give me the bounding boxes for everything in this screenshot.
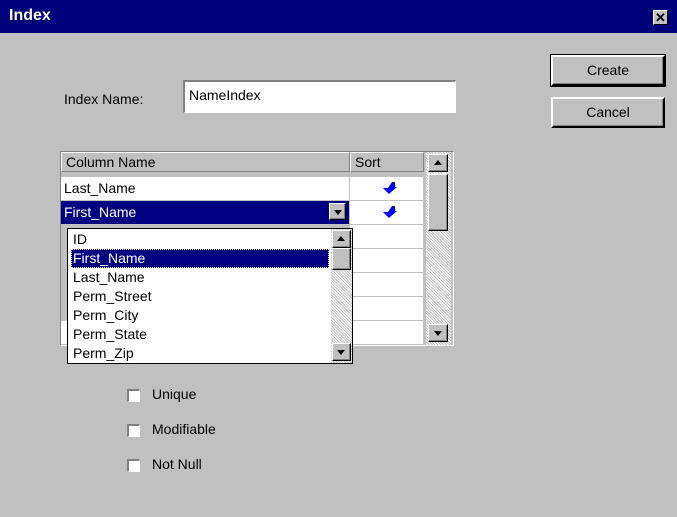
dropdown-item[interactable]: Perm_Street — [71, 287, 152, 306]
window-title: Index — [9, 7, 51, 24]
close-icon: ✕ — [655, 10, 666, 25]
index-name-label: Index Name: — [64, 91, 144, 107]
combo-dropdown-button[interactable] — [329, 203, 346, 220]
cancel-button[interactable]: Cancel — [551, 97, 665, 128]
unique-checkbox[interactable] — [127, 389, 140, 402]
grid-cell-sort-empty[interactable] — [350, 273, 424, 297]
dropdown-scroll-thumb[interactable] — [332, 248, 351, 270]
grid-scrollbar[interactable] — [426, 152, 451, 345]
dropdown-item[interactable]: Perm_Zip — [71, 344, 134, 363]
chevron-down-icon — [334, 210, 342, 215]
grid-cell-column-name-selected[interactable]: First_Name — [61, 201, 350, 225]
grid-cell-sort-empty[interactable] — [350, 249, 424, 273]
grid-scroll-thumb[interactable] — [428, 174, 448, 231]
dropdown-scroll-up-button[interactable] — [332, 230, 351, 248]
not-null-checkbox[interactable] — [127, 459, 140, 472]
descending-arrow-icon — [383, 182, 397, 194]
descending-arrow-icon — [383, 206, 397, 218]
close-button[interactable]: ✕ — [653, 10, 668, 25]
grid-cell-sort-empty[interactable] — [350, 321, 424, 345]
grid-cell-text: Last_Name — [64, 180, 136, 196]
cancel-button-label: Cancel — [586, 104, 630, 120]
sort-header-label: Sort — [355, 154, 381, 170]
grid-cell-sort[interactable] — [350, 201, 424, 225]
unique-checkbox-label: Unique — [152, 386, 197, 402]
column-dropdown-list[interactable]: ID First_Name Last_Name Perm_Street Perm… — [67, 228, 353, 364]
grid-cell-sort[interactable] — [350, 177, 424, 201]
dropdown-scroll-down-button[interactable] — [332, 343, 351, 361]
grid-scroll-down-button[interactable] — [428, 324, 448, 342]
chevron-down-icon — [337, 350, 345, 355]
chevron-down-icon — [434, 331, 442, 336]
grid-cell-column-name[interactable]: Last_Name — [61, 177, 350, 201]
grid-cell-sort-empty[interactable] — [350, 225, 424, 249]
index-name-field[interactable]: NameIndex — [183, 80, 456, 113]
create-button[interactable]: Create — [550, 54, 666, 87]
not-null-checkbox-label: Not Null — [152, 456, 202, 472]
title-bar: Index ✕ — [0, 0, 677, 33]
chevron-up-icon — [434, 160, 442, 165]
dropdown-scrollbar[interactable] — [331, 229, 352, 363]
dropdown-item[interactable]: ID — [71, 230, 87, 249]
grid-cell-sort-empty[interactable] — [350, 297, 424, 321]
sort-header[interactable]: Sort — [350, 152, 424, 172]
chevron-up-icon — [337, 236, 345, 241]
modifiable-checkbox[interactable] — [127, 424, 140, 437]
modifiable-checkbox-label: Modifiable — [152, 421, 216, 437]
dropdown-item[interactable]: Last_Name — [71, 268, 145, 287]
create-button-label: Create — [586, 62, 630, 78]
dropdown-item[interactable]: Perm_State — [71, 325, 147, 344]
dropdown-item-selected[interactable]: First_Name — [71, 249, 329, 268]
column-name-header-label: Column Name — [66, 154, 156, 170]
grid-scroll-up-button[interactable] — [428, 154, 448, 172]
dropdown-item[interactable]: Perm_City — [71, 306, 138, 325]
column-name-header[interactable]: Column Name — [61, 152, 350, 172]
grid-cell-text-selected: First_Name — [64, 204, 137, 220]
index-name-value: NameIndex — [189, 87, 261, 103]
